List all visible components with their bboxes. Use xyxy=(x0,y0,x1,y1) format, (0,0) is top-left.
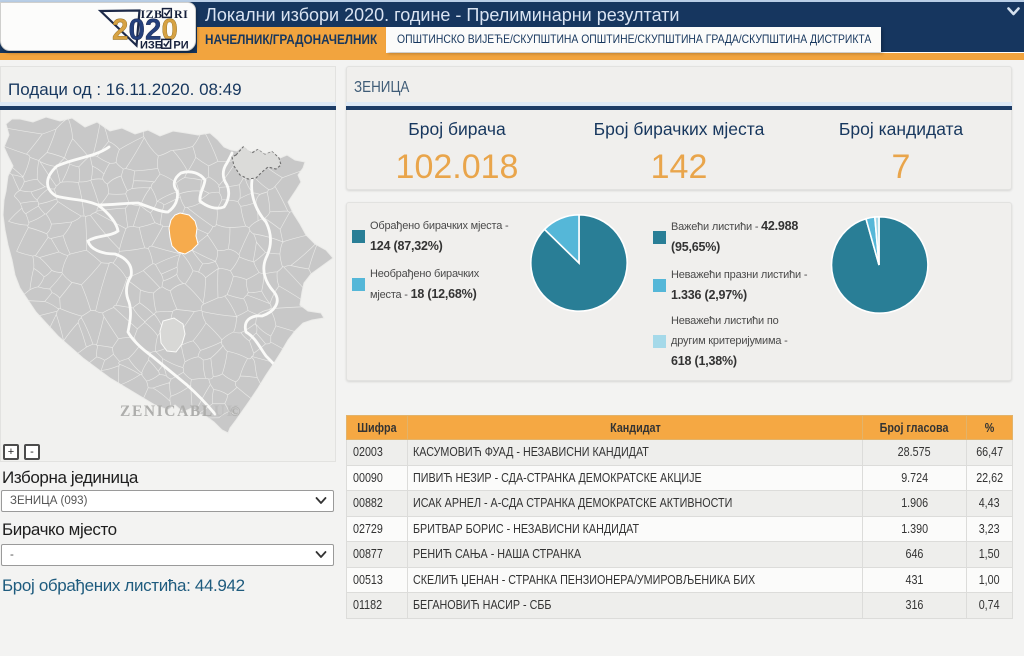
svg-text:РИ: РИ xyxy=(173,39,188,51)
svg-text:2: 2 xyxy=(112,14,128,47)
svg-text:ZENICABLUK: ZENICABLUK xyxy=(120,403,240,420)
svg-text:ИЗБ: ИЗБ xyxy=(140,39,163,51)
svg-text:©: © xyxy=(230,405,241,420)
